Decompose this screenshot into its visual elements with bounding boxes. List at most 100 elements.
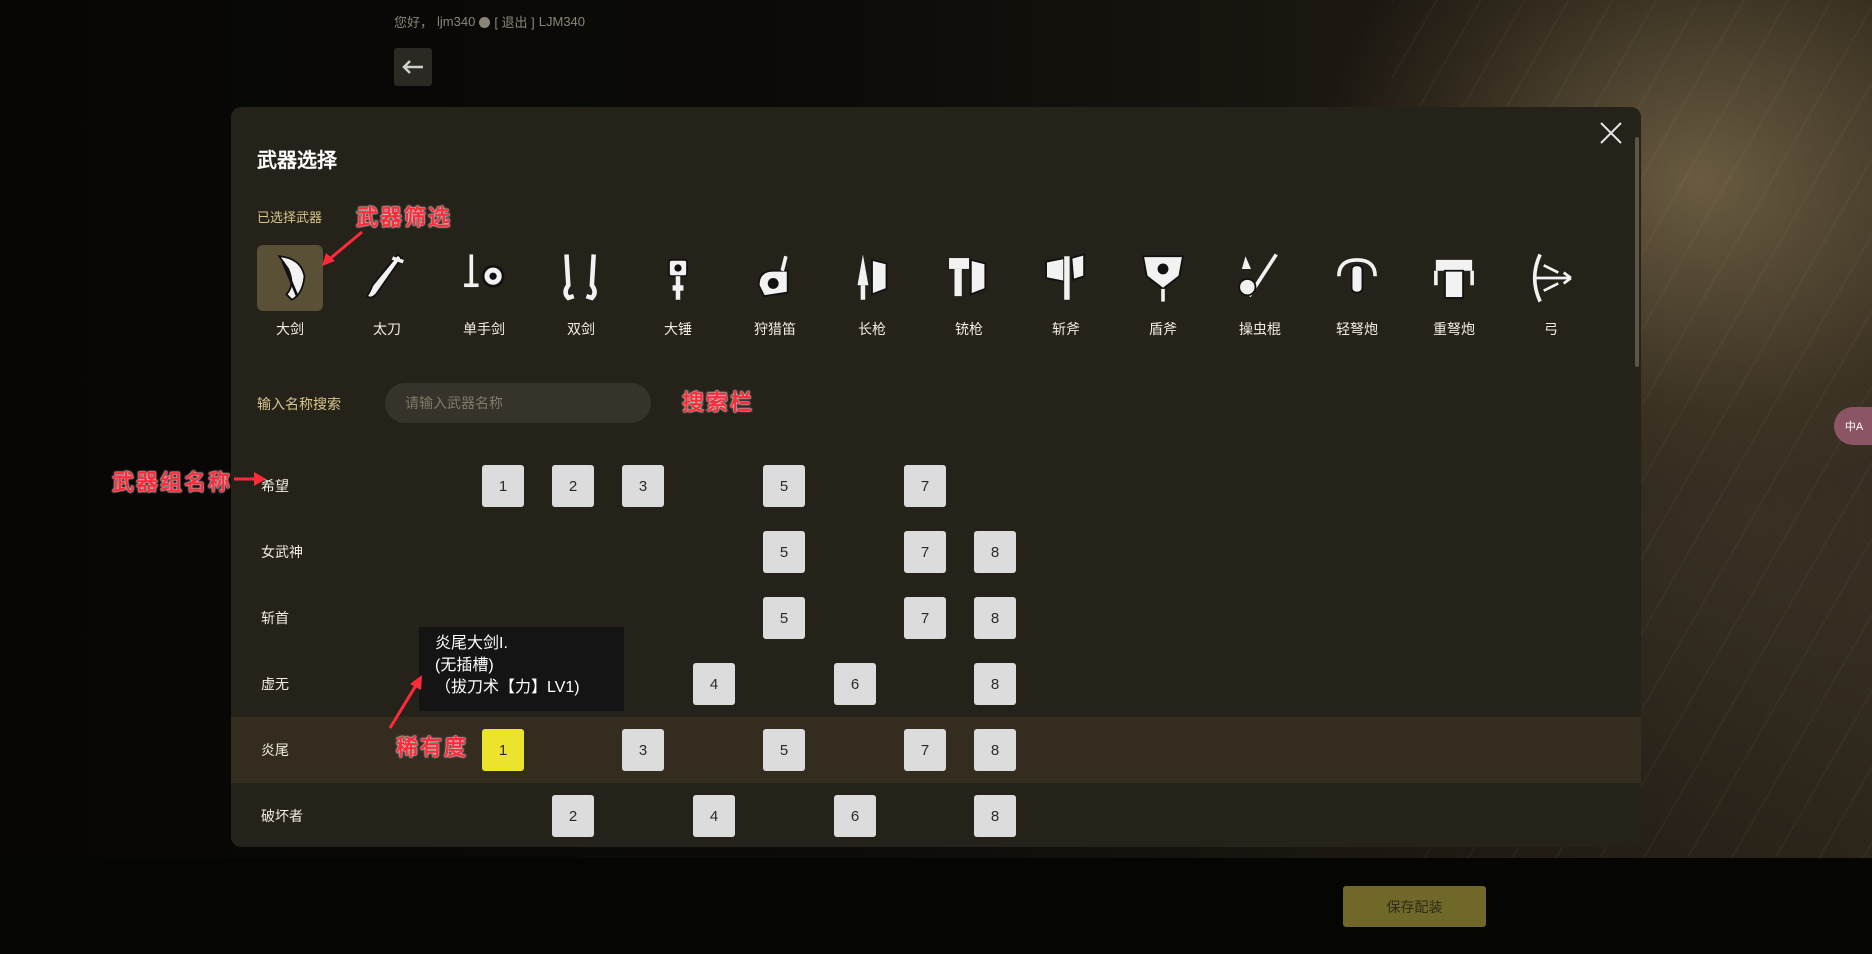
weapon-type-label: 弓 (1544, 321, 1558, 337)
weapon-type-dual-blades[interactable]: 双剑 (548, 245, 614, 339)
weapon-type-icon-box (1324, 245, 1390, 311)
save-build-button[interactable]: 保存配装 (1343, 886, 1486, 927)
greeting-text: 您好， (394, 15, 434, 30)
modal-title: 武器选择 (257, 150, 337, 172)
lance-icon (857, 254, 888, 300)
tooltip-weapon-name: 炎尾大剑I. (435, 635, 508, 652)
weapon-type-lance[interactable]: 长枪 (839, 245, 905, 339)
weapon-type-light-bowgun[interactable]: 轻弩炮 (1324, 245, 1390, 339)
weapon-type-icon-box (645, 245, 711, 311)
weapon-type-icon-box (451, 245, 517, 311)
weapon-type-label: 狩猎笛 (754, 321, 796, 337)
rarity-button[interactable]: 1 (482, 465, 524, 507)
heavy-bowgun-icon (1434, 259, 1474, 299)
translate-float-button[interactable]: 中A (1834, 407, 1872, 445)
sword-and-shield-icon (464, 254, 505, 288)
weapon-type-icon-box (1421, 245, 1487, 311)
rarity-button[interactable]: 6 (834, 663, 876, 705)
weapon-type-hammer[interactable]: 大锤 (645, 245, 711, 339)
back-arrow-icon (402, 60, 423, 74)
search-label: 输入名称搜索 (257, 396, 341, 412)
rarity-button[interactable]: 4 (693, 663, 735, 705)
insect-glaive-icon (1238, 253, 1278, 298)
weapon-type-bow[interactable]: 弓 (1518, 245, 1584, 339)
rarity-button[interactable]: 1 (482, 729, 524, 771)
rarity-button[interactable]: 8 (974, 795, 1016, 837)
close-icon (1600, 122, 1622, 144)
rarity-button[interactable]: 7 (904, 531, 946, 573)
rarity-button[interactable]: 8 (974, 729, 1016, 771)
weapon-type-list: 大剑 太刀 单手剑 双剑 大锤 狩猎笛 长枪 铳枪 斩斧 盾斧 操虫棍 轻弩炮 重弩炮 弓 (257, 245, 1584, 339)
weapon-group-row: 希望 1 2 3 5 7 (231, 453, 1641, 519)
gunlance-icon (949, 258, 987, 297)
weapon-type-label: 斩斧 (1052, 321, 1080, 337)
bow-icon (1532, 253, 1572, 303)
weapon-type-label: 盾斧 (1149, 321, 1177, 337)
light-bowgun-icon (1337, 258, 1377, 294)
rarity-button[interactable]: 8 (974, 663, 1016, 705)
weapon-type-switch-axe[interactable]: 斩斧 (1033, 245, 1099, 339)
annotation-weapon-filter: 武器筛选 (356, 205, 453, 231)
rarity-button[interactable]: 6 (834, 795, 876, 837)
weapon-group-name: 破坏者 (261, 808, 303, 824)
rarity-button[interactable]: 5 (763, 597, 805, 639)
close-button[interactable] (1597, 119, 1625, 147)
weapon-type-icon-box (1130, 245, 1196, 311)
weapon-type-label: 长枪 (858, 321, 886, 337)
weapon-group-name: 女武神 (261, 544, 303, 560)
weapon-type-great-sword[interactable]: 大剑 (257, 245, 323, 339)
back-button[interactable] (394, 48, 432, 86)
rarity-button[interactable]: 7 (904, 465, 946, 507)
hunting-horn-icon (757, 255, 789, 298)
rarity-button[interactable]: 3 (622, 729, 664, 771)
rarity-button[interactable]: 3 (622, 465, 664, 507)
charge-blade-icon (1141, 255, 1185, 302)
rarity-button[interactable]: 8 (974, 597, 1016, 639)
weapon-type-sword-and-shield[interactable]: 单手剑 (451, 245, 517, 339)
modal-scrollbar[interactable] (1635, 137, 1639, 367)
annotation-arrow-filter (322, 230, 363, 266)
rarity-button[interactable]: 2 (552, 795, 594, 837)
weapon-group-row: 女武神 5 7 8 (231, 519, 1641, 585)
rarity-button[interactable]: 5 (763, 729, 805, 771)
user-icon (479, 17, 491, 28)
weapon-type-label: 大锤 (664, 321, 692, 337)
weapon-type-icon-box (936, 245, 1002, 311)
weapon-type-label: 轻弩炮 (1336, 321, 1378, 337)
rarity-button[interactable]: 4 (693, 795, 735, 837)
annotation-group-name: 武器组名称 (112, 470, 233, 496)
weapon-type-label: 重弩炮 (1433, 321, 1475, 337)
rarity-button[interactable]: 7 (904, 597, 946, 639)
weapon-type-insect-glaive[interactable]: 操虫棍 (1227, 245, 1293, 339)
rarity-button[interactable]: 8 (974, 531, 1016, 573)
weapon-type-label: 单手剑 (463, 321, 505, 337)
weapon-type-label: 太刀 (373, 321, 401, 337)
rarity-button[interactable]: 5 (763, 465, 805, 507)
weapon-group-name: 炎尾 (261, 742, 289, 758)
search-input[interactable] (385, 383, 651, 423)
switch-axe-icon (1045, 253, 1086, 300)
weapon-type-hunting-horn[interactable]: 狩猎笛 (742, 245, 808, 339)
annotation-rarity: 稀有度 (396, 735, 469, 761)
weapon-type-icon-box (839, 245, 905, 311)
logout-link[interactable]: [ 退出 ] (494, 12, 534, 31)
weapon-group-row: 破坏者 2 4 6 8 (231, 783, 1641, 847)
weapon-group-name: 虚无 (261, 676, 289, 692)
weapon-type-charge-blade[interactable]: 盾斧 (1130, 245, 1196, 339)
weapon-type-gunlance[interactable]: 铳枪 (936, 245, 1002, 339)
weapon-type-heavy-bowgun[interactable]: 重弩炮 (1421, 245, 1487, 339)
tooltip-skill: （拔刀术【力】LV1) (435, 679, 580, 696)
weapon-type-icon-box (257, 245, 323, 311)
hammer-icon (668, 258, 688, 300)
rarity-button[interactable]: 7 (904, 729, 946, 771)
user-greeting: 您好， ljm340 [ 退出 ] LJM340 (394, 12, 585, 31)
weapon-type-icon-box (1518, 245, 1584, 311)
weapon-group-name: 斩首 (261, 610, 289, 626)
weapon-type-label: 大剑 (276, 321, 304, 337)
annotation-search-bar: 搜索栏 (682, 390, 755, 416)
weapon-type-label: 双剑 (567, 321, 595, 337)
account-name: LJM340 (538, 14, 586, 29)
footer-background (0, 858, 1872, 954)
rarity-button[interactable]: 5 (763, 531, 805, 573)
rarity-button[interactable]: 2 (552, 465, 594, 507)
